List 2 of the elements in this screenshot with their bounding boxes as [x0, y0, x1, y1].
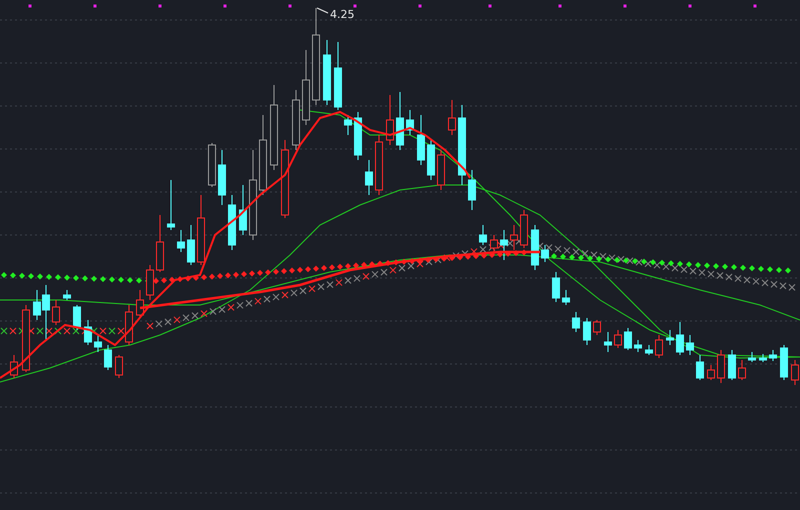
peak-price-label: 4.25 [330, 8, 354, 21]
leader-line [316, 8, 328, 14]
